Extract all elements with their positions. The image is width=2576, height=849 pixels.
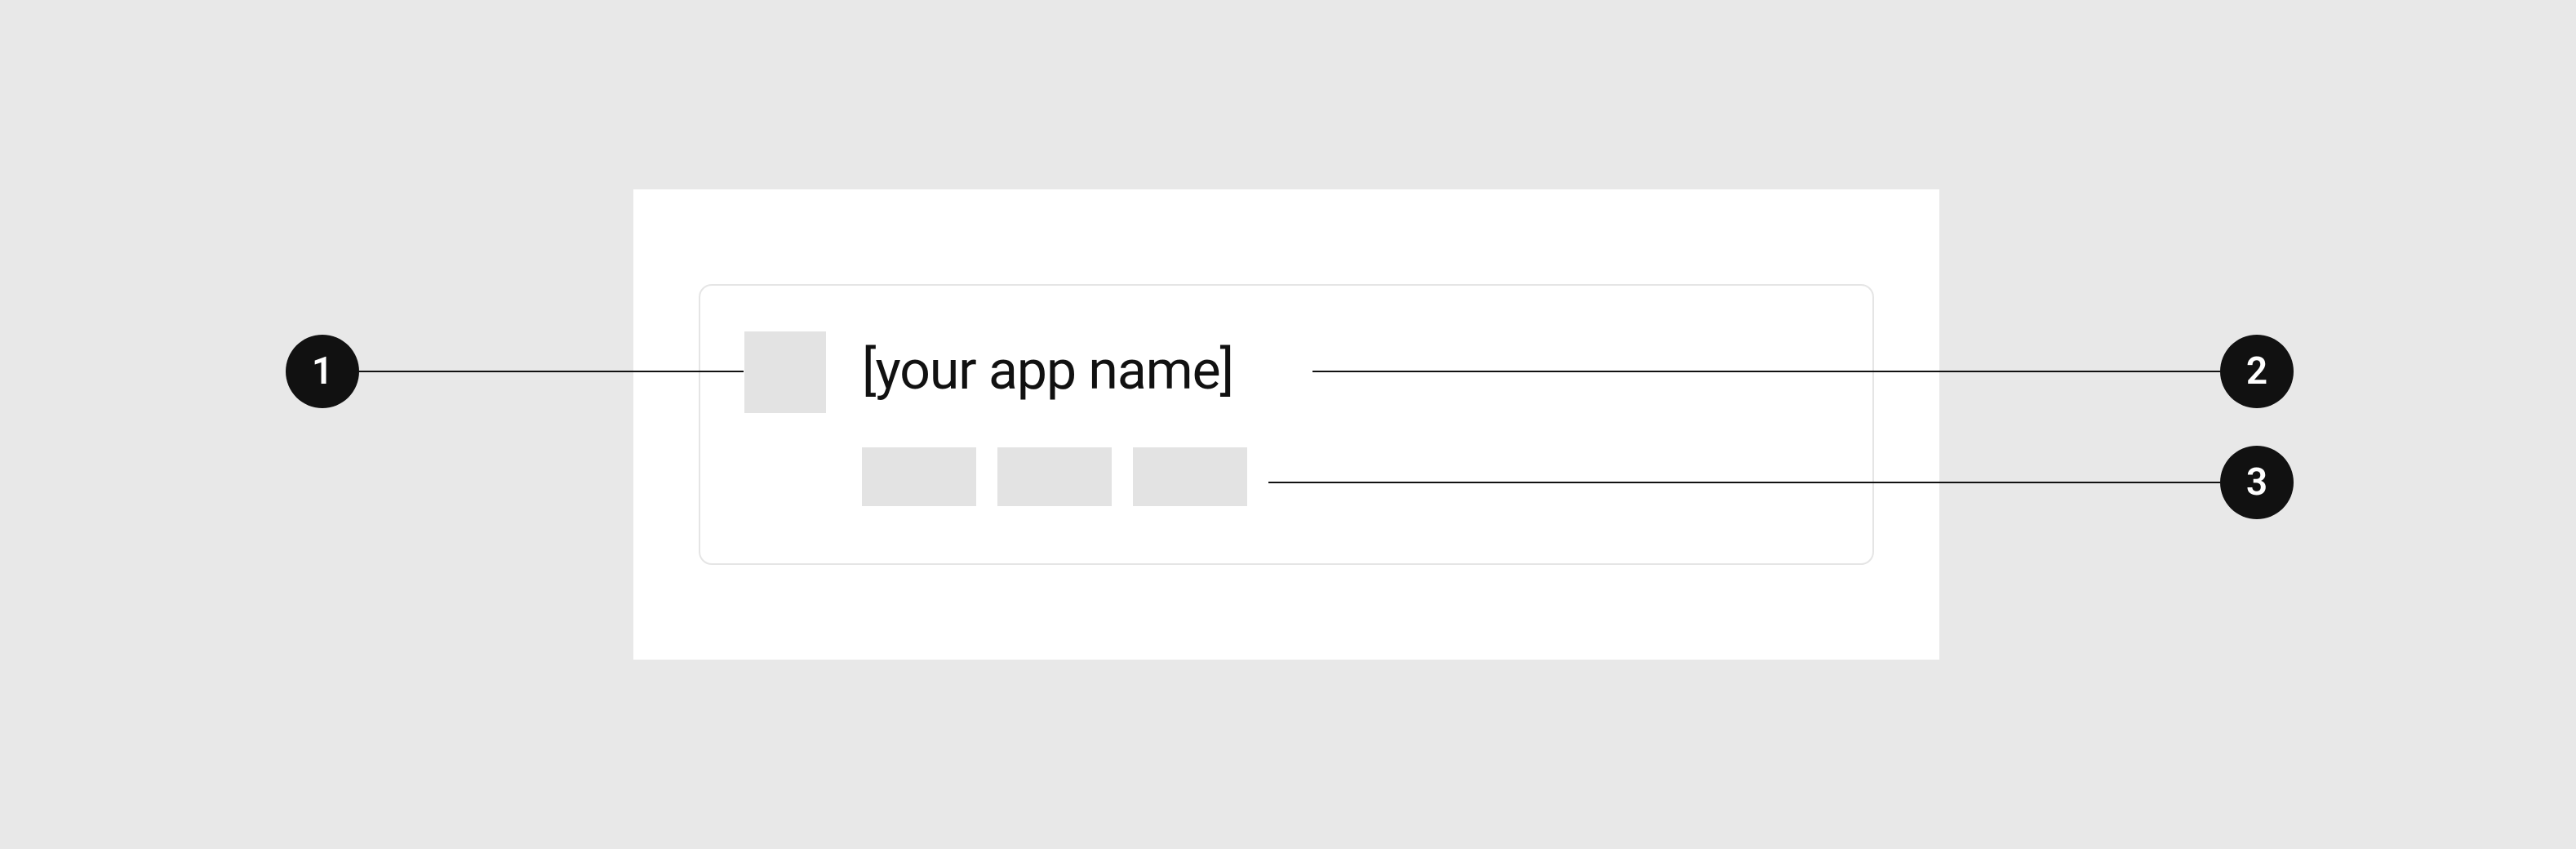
callout-number: 2 [2246, 349, 2267, 393]
callout-badge-1: 1 [286, 335, 359, 408]
callout-badge-3: 3 [2220, 446, 2294, 519]
app-detail-row [862, 447, 1247, 506]
callout-number: 1 [312, 349, 333, 393]
app-icon-placeholder [744, 331, 826, 413]
detail-placeholder [1133, 447, 1247, 506]
app-card [699, 284, 1874, 565]
callout-line-1 [359, 371, 744, 372]
callout-badge-2: 2 [2220, 335, 2294, 408]
callout-line-3 [1268, 482, 2220, 483]
detail-placeholder [997, 447, 1112, 506]
detail-placeholder [862, 447, 976, 506]
app-name-label: [your app name] [862, 340, 1233, 402]
callout-line-2 [1312, 371, 2220, 372]
callout-number: 3 [2246, 460, 2267, 505]
